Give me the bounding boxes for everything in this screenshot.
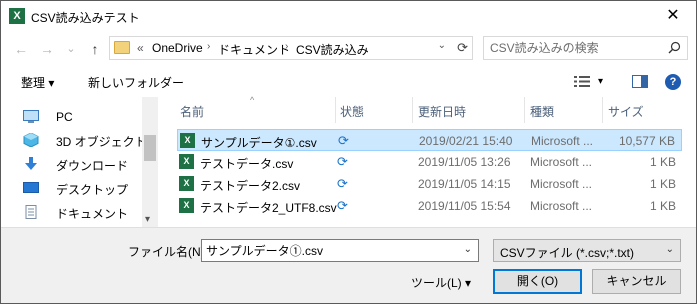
navigation-pane: PC 3D オブジェクト ダウンロード デスクトップ ドキュメント ▾ <box>1 97 158 227</box>
view-options-icon[interactable] <box>574 75 590 88</box>
refresh-icon[interactable]: ⟳ <box>457 40 468 56</box>
close-button[interactable]: ✕ <box>650 1 696 31</box>
view-options-chevron-icon[interactable]: ▾ <box>598 76 603 87</box>
title-bar: X CSV読み込みテスト ✕ <box>1 1 696 31</box>
file-type: Microsoft ... <box>530 199 593 213</box>
file-size: 1 KB <box>649 177 676 191</box>
sync-status-icon: ⟳ <box>337 176 348 191</box>
file-list: ^ 名前 状態 更新日時 種類 サイズ X サンプルデータ①.csv ⟳ 201… <box>172 95 696 227</box>
file-size: 1 KB <box>649 155 676 169</box>
preview-pane-icon[interactable] <box>632 75 648 88</box>
column-divider[interactable] <box>335 97 336 123</box>
excel-csv-icon: X <box>179 176 194 191</box>
sidebar-scrollbar[interactable]: ▾ <box>142 97 158 227</box>
column-divider[interactable] <box>524 97 525 123</box>
file-type-filter-dropdown[interactable]: CSVファイル (*.csv;*.txt) ⌄ <box>493 239 681 262</box>
new-folder-button[interactable]: 新しいフォルダー <box>88 74 184 91</box>
command-toolbar: 整理 ▾ 新しいフォルダー ▾ ? <box>1 67 696 97</box>
column-header-type[interactable]: 種類 <box>530 103 554 120</box>
column-header-size[interactable]: サイズ <box>608 103 644 120</box>
sync-status-icon: ⟳ <box>337 154 348 169</box>
sidebar-item-desktop[interactable]: デスクトップ <box>23 178 143 200</box>
file-open-dialog: X CSV読み込みテスト ✕ ← → ⌄ ↑ « OneDrive › ドキュメ… <box>0 0 697 304</box>
download-icon <box>25 157 37 170</box>
navigation-bar: ← → ⌄ ↑ « OneDrive › ドキュメント › CSV読み込み ⌄ … <box>1 31 696 67</box>
recent-locations-chevron-icon[interactable]: ⌄ <box>61 39 81 59</box>
search-input[interactable] <box>490 38 660 58</box>
excel-csv-icon: X <box>179 154 194 169</box>
sidebar-item-pc[interactable]: PC <box>23 107 143 129</box>
file-date-modified: 2019/02/21 15:40 <box>419 134 513 148</box>
sort-ascending-icon: ^ <box>250 95 255 105</box>
sidebar-item-label: 3D オブジェクト <box>56 135 147 149</box>
sidebar-item-label: ダウンロード <box>56 159 129 173</box>
sidebar-item-label: PC <box>56 110 73 124</box>
breadcrumb-separator[interactable]: › <box>207 41 210 52</box>
file-type: Microsoft ... <box>531 134 594 148</box>
file-row[interactable]: X テストデータ.csv ⟳ 2019/11/05 13:26 Microsof… <box>177 151 682 173</box>
search-icon[interactable] <box>668 41 681 54</box>
file-size: 1 KB <box>649 199 676 213</box>
pc-icon <box>23 110 39 123</box>
column-header-name[interactable]: 名前 <box>180 103 204 120</box>
file-name: サンプルデータ①.csv <box>201 136 317 150</box>
breadcrumb-documents[interactable]: ドキュメント <box>218 41 290 58</box>
chevron-down-icon: ⌄ <box>665 244 674 255</box>
excel-csv-icon: X <box>180 133 195 148</box>
up-arrow-icon[interactable]: ↑ <box>85 39 105 59</box>
file-type: Microsoft ... <box>530 177 593 191</box>
organize-menu-button[interactable]: 整理 ▾ <box>21 74 54 91</box>
column-header-date-modified[interactable]: 更新日時 <box>418 103 466 120</box>
filename-history-chevron-icon[interactable]: ⌄ <box>464 244 472 255</box>
excel-app-icon: X <box>9 8 25 24</box>
sidebar-item-documents[interactable]: ドキュメント <box>23 202 143 224</box>
address-history-chevron-icon[interactable]: ⌄ <box>438 40 446 51</box>
file-name: テストデータ2.csv <box>200 179 301 193</box>
filename-combobox[interactable]: ⌄ <box>201 239 479 262</box>
excel-csv-icon: X <box>179 198 194 213</box>
dialog-footer: ファイル名(N): ⌄ CSVファイル (*.csv;*.txt) ⌄ ツール(… <box>1 227 696 303</box>
file-row[interactable]: X サンプルデータ①.csv ⟳ 2019/02/21 15:40 Micros… <box>177 129 682 151</box>
sidebar-scrollbar-thumb[interactable] <box>144 135 156 161</box>
address-bar[interactable]: « OneDrive › ドキュメント › CSV読み込み ⌄ ⟳ <box>109 36 473 60</box>
file-date-modified: 2019/11/05 15:54 <box>418 199 511 213</box>
back-arrow-icon[interactable]: ← <box>11 39 31 59</box>
file-type: Microsoft ... <box>530 155 593 169</box>
file-name: テストデータ2_UTF8.csv <box>200 201 337 215</box>
file-size: 10,577 KB <box>618 134 675 148</box>
scroll-down-chevron-icon[interactable]: ▾ <box>145 214 150 225</box>
filename-label: ファイル名(N): <box>128 245 208 259</box>
search-box[interactable] <box>483 36 688 60</box>
breadcrumb-separator[interactable]: › <box>285 41 288 52</box>
forward-arrow-icon[interactable]: → <box>37 39 57 59</box>
file-row[interactable]: X テストデータ2_UTF8.csv ⟳ 2019/11/05 15:54 Mi… <box>177 195 682 217</box>
tools-menu-button[interactable]: ツール(L) ▾ <box>411 274 471 291</box>
column-divider[interactable] <box>602 97 603 123</box>
filename-input[interactable] <box>206 241 456 260</box>
file-date-modified: 2019/11/05 14:15 <box>418 177 511 191</box>
file-row[interactable]: X テストデータ2.csv ⟳ 2019/11/05 14:15 Microso… <box>177 173 682 195</box>
folder-icon <box>114 41 130 54</box>
column-header-status[interactable]: 状態 <box>340 103 364 120</box>
breadcrumb-csv-folder[interactable]: CSV読み込み <box>296 41 369 58</box>
help-icon[interactable]: ? <box>665 74 681 90</box>
breadcrumb-overflow[interactable]: « <box>137 41 144 55</box>
document-icon <box>25 205 37 219</box>
file-date-modified: 2019/11/05 13:26 <box>418 155 511 169</box>
sync-status-icon: ⟳ <box>337 198 348 213</box>
sidebar-item-3d-objects[interactable]: 3D オブジェクト <box>23 130 147 152</box>
3d-objects-icon <box>23 133 39 147</box>
breadcrumb-onedrive[interactable]: OneDrive <box>152 41 203 55</box>
sidebar-item-label: ドキュメント <box>56 207 129 221</box>
desktop-icon <box>23 182 39 193</box>
open-button[interactable]: 開く(O) <box>493 269 582 294</box>
sidebar-item-label: デスクトップ <box>56 183 129 197</box>
cancel-button[interactable]: キャンセル <box>592 269 681 294</box>
sync-status-icon: ⟳ <box>338 133 349 148</box>
sidebar-item-downloads[interactable]: ダウンロード <box>23 154 143 176</box>
file-type-filter-label: CSVファイル (*.csv;*.txt) <box>500 246 635 260</box>
file-name: テストデータ.csv <box>200 157 294 171</box>
window-title: CSV読み込みテスト <box>31 11 140 25</box>
column-divider[interactable] <box>412 97 413 123</box>
